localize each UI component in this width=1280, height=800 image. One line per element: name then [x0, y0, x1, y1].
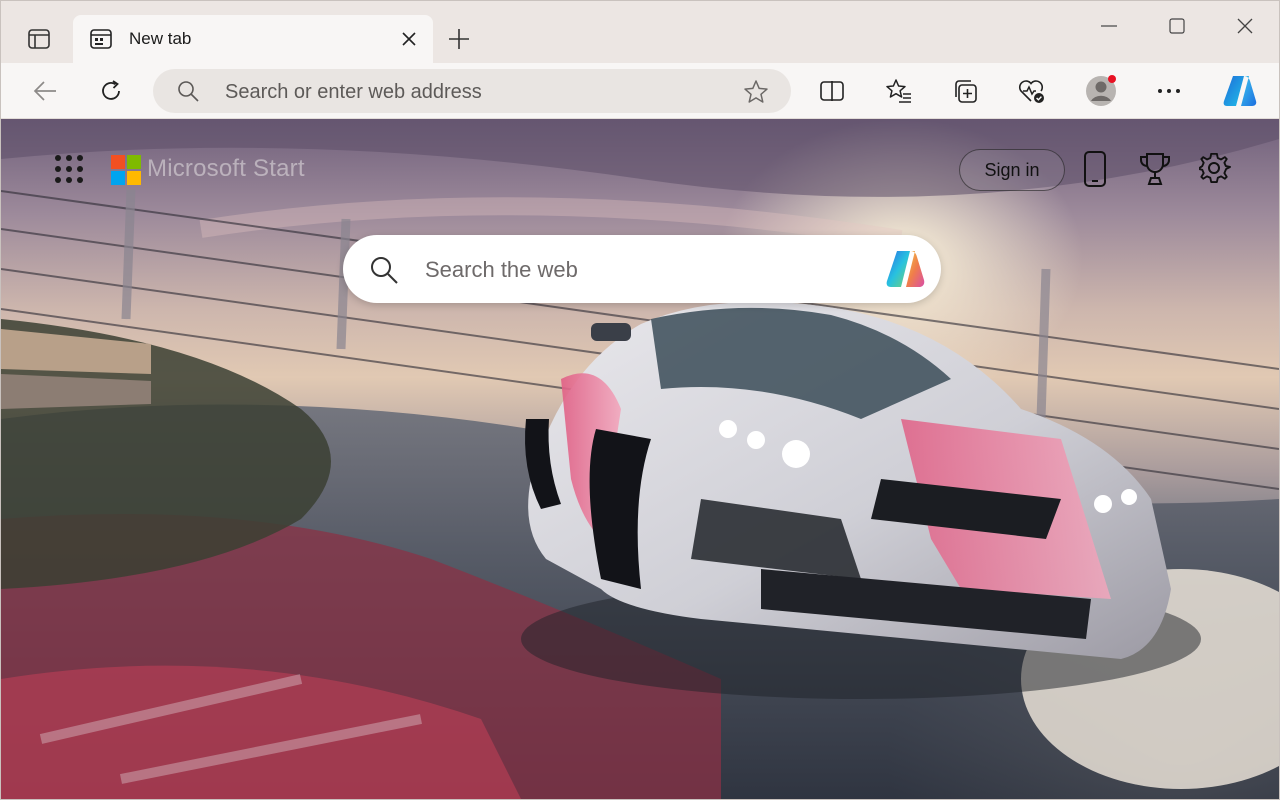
- search-icon: [369, 255, 399, 285]
- refresh-icon[interactable]: [93, 73, 129, 109]
- split-screen-icon[interactable]: [814, 73, 850, 109]
- web-search-box[interactable]: Search the web: [343, 235, 941, 303]
- settings-gear-icon[interactable]: [1195, 149, 1235, 189]
- browser-essentials-icon[interactable]: [1013, 73, 1049, 109]
- phone-icon[interactable]: [1075, 149, 1115, 189]
- rewards-trophy-icon[interactable]: [1135, 149, 1175, 189]
- sign-in-button[interactable]: Sign in: [959, 149, 1065, 191]
- window-close-icon[interactable]: [1215, 9, 1275, 43]
- copilot-icon[interactable]: [1219, 73, 1261, 109]
- brand-text[interactable]: Microsoft Start: [147, 155, 305, 183]
- tab-new-tab[interactable]: New tab: [73, 15, 433, 63]
- race-car: [521, 301, 1201, 699]
- copilot-icon[interactable]: [883, 247, 929, 291]
- address-placeholder: Search or enter web address: [225, 81, 482, 103]
- toolbar: Search or enter web address: [1, 63, 1279, 119]
- collections-icon[interactable]: [947, 73, 983, 109]
- close-icon[interactable]: [397, 27, 421, 51]
- tab-strip: New tab: [1, 1, 1279, 63]
- browser-window: New tab Search or enter web address Micr…: [0, 0, 1280, 800]
- minimize-icon[interactable]: [1079, 9, 1139, 43]
- new-tab-page: Microsoft Start Sign in Search the web: [1, 119, 1279, 799]
- background-image: [1, 119, 1279, 799]
- search-icon: [177, 80, 199, 102]
- address-bar[interactable]: Search or enter web address: [153, 69, 791, 113]
- microsoft-logo[interactable]: [111, 155, 141, 185]
- search-placeholder: Search the web: [425, 257, 578, 282]
- tab-title: New tab: [129, 29, 192, 48]
- back-arrow-icon[interactable]: [27, 73, 63, 109]
- favorites-icon[interactable]: [881, 73, 917, 109]
- apps-grid-icon[interactable]: [53, 153, 85, 185]
- profile-icon[interactable]: [1083, 73, 1119, 109]
- more-icon[interactable]: [1151, 73, 1187, 109]
- star-icon[interactable]: [743, 79, 769, 105]
- maximize-icon[interactable]: [1147, 9, 1207, 43]
- plus-icon[interactable]: [443, 23, 475, 55]
- tab-favicon-icon: [89, 27, 113, 51]
- sidebar-toggle-icon[interactable]: [23, 23, 55, 55]
